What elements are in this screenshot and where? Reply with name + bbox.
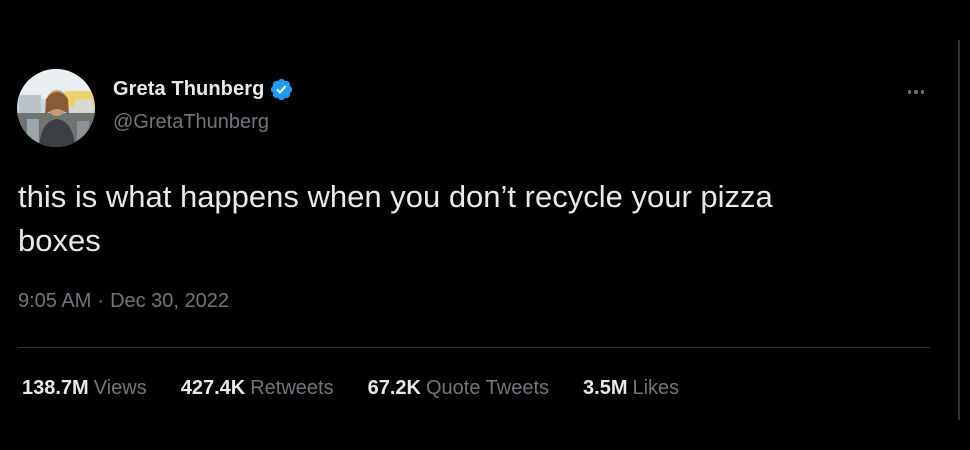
views-count: 138.7M <box>22 377 89 399</box>
tweet-stats-bar: 138.7M Views 427.4K Retweets 67.2K Quote… <box>22 377 679 400</box>
more-options-button[interactable] <box>898 80 934 104</box>
tweet-date[interactable]: Dec 30, 2022 <box>110 290 229 313</box>
retweets-count: 427.4K <box>180 377 246 399</box>
views-label: Views <box>93 377 147 399</box>
profile-avatar[interactable] <box>17 69 95 147</box>
author-handle[interactable]: @GretaThunberg <box>113 111 269 134</box>
more-options-icon <box>907 90 912 94</box>
retweets-stat[interactable]: 427.4K Retweets <box>181 377 334 400</box>
tweet-timestamp[interactable]: 9:05 AM · Dec 30, 2022 <box>18 290 229 313</box>
verified-badge-icon <box>271 78 293 101</box>
more-options-icon-dot <box>920 90 925 94</box>
tweet-text: this is what happens when you don’t recy… <box>18 179 773 258</box>
likes-label: Likes <box>632 377 680 399</box>
views-stat[interactable]: 138.7M Views <box>22 377 147 400</box>
avatar-photo-icon <box>17 69 95 147</box>
stats-divider <box>18 347 930 348</box>
likes-stat[interactable]: 3.5M Likes <box>583 377 679 400</box>
tweet-detail-card: Greta Thunberg @GretaThunberg this is wh… <box>0 0 970 450</box>
likes-count: 3.5M <box>583 377 628 399</box>
author-display-name[interactable]: Greta Thunberg <box>113 78 264 101</box>
retweets-label: Retweets <box>250 377 334 399</box>
quote-tweets-count: 67.2K <box>367 377 421 399</box>
scroll-edge-border <box>958 40 960 420</box>
more-options-icon-dot <box>914 90 918 94</box>
tweet-time[interactable]: 9:05 AM <box>18 290 91 313</box>
quote-tweets-stat[interactable]: 67.2K Quote Tweets <box>368 377 549 400</box>
timestamp-separator: · <box>97 290 105 312</box>
author-name-row[interactable]: Greta Thunberg <box>113 77 294 102</box>
quote-tweets-label: Quote Tweets <box>425 377 550 399</box>
